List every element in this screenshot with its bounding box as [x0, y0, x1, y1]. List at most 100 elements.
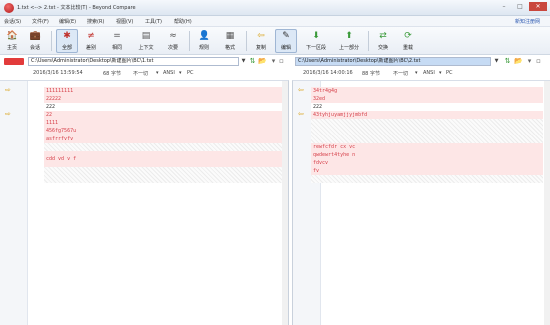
title-bar: 1.txt <--> 2.txt - 文本比较(T) - Beyond Comp… [0, 0, 550, 16]
text-line[interactable]: 32ed [311, 95, 543, 103]
right-mode[interactable]: 不一切 [393, 70, 408, 77]
close-button[interactable]: ✕ [529, 2, 547, 11]
right-platform[interactable]: PC [446, 70, 453, 76]
chevron-down-icon[interactable]: ▾ [525, 57, 534, 66]
same-icon: = [113, 31, 121, 41]
text-line[interactable]: 222 [44, 103, 283, 111]
text-line[interactable]: asfrrfvfv [44, 135, 283, 143]
save-icon[interactable]: ▫ [277, 57, 286, 66]
copy-icon: ⇦ [257, 31, 265, 41]
text-line[interactable]: cdd vd v f [44, 151, 283, 167]
left-date: 2016/3/16 13:59:54 [33, 70, 83, 76]
history-icon[interactable]: ⇅ [503, 57, 512, 66]
rules-icon: 👤 [198, 31, 210, 41]
context-button[interactable]: ▤ 上下文 [134, 29, 158, 53]
open-folder-icon[interactable]: 📂 [258, 57, 267, 66]
left-path-input[interactable]: C:\Users\Administrator\Desktop\新建图片\BC\1… [28, 57, 239, 66]
chevron-down-icon[interactable]: ▾ [179, 70, 182, 76]
next-section-icon: ⬇ [312, 31, 320, 41]
left-text-pane[interactable]: ⇨ ⇨ 111111111 22222 222 22 1111 456fg756… [0, 80, 289, 325]
text-line[interactable]: fdvcv [311, 159, 543, 167]
menu-edit[interactable]: 编辑(E) [59, 18, 76, 25]
text-line[interactable]: 111111111 [44, 87, 283, 95]
menu-search[interactable]: 搜索(R) [87, 18, 104, 25]
edit-icon: ✎ [282, 31, 290, 41]
open-folder-icon[interactable]: 📂 [514, 57, 523, 66]
menu-tools[interactable]: 工具(T) [145, 18, 162, 25]
context-icon: ▤ [141, 31, 151, 41]
right-scrollbar[interactable] [544, 81, 550, 325]
right-path-bar: C:\Users\Administrator\Desktop\新建图片\BC\2… [291, 56, 550, 67]
copy-left-arrow-icon[interactable]: ⇦ [298, 111, 308, 118]
chevron-down-icon[interactable]: ▾ [415, 70, 418, 76]
format-icon: ▦ [225, 31, 235, 41]
copy-button[interactable]: ⇦ 复制 [250, 29, 272, 53]
empty-line [311, 119, 543, 135]
swap-button[interactable]: ⇄ 交换 [372, 29, 394, 53]
text-line[interactable]: rewfcfdr cx vc [311, 143, 543, 151]
text-line[interactable]: fv [311, 167, 543, 175]
left-size: 68 字节 [103, 71, 121, 77]
minimize-button[interactable]: – [497, 2, 511, 11]
register-link[interactable]: 新知注册网 [515, 18, 540, 25]
menu-view[interactable]: 视图(V) [116, 18, 133, 25]
next-section-button[interactable]: ⬇ 下一区段 [302, 29, 330, 53]
prev-section-icon: ⬆ [345, 31, 353, 41]
left-encoding[interactable]: ANSI [163, 70, 175, 76]
show-diff-button[interactable]: ≠ 差别 [80, 29, 102, 53]
menu-session[interactable]: 会话(S) [4, 18, 21, 25]
text-line[interactable]: 222 [311, 103, 543, 111]
empty-line [44, 143, 283, 151]
home-button[interactable]: 🏠 主页 [2, 29, 22, 53]
left-info-bar: 2016/3/16 13:59:54 68 字节 不一切 ▾ ANSI ▾ PC [0, 68, 289, 78]
save-icon[interactable]: ▫ [534, 57, 543, 66]
copy-left-arrow-icon[interactable]: ⇦ [298, 87, 308, 94]
beyond-compare-logo-icon [4, 3, 14, 13]
copy-right-arrow-icon[interactable]: ⇨ [5, 87, 15, 94]
history-icon[interactable]: ⇅ [248, 57, 257, 66]
text-line[interactable]: 43tyhjuyamjjyjmbfd [311, 111, 543, 119]
text-line[interactable]: 34tr4g4g [311, 87, 543, 95]
right-path-input[interactable]: C:\Users\Administrator\Desktop\新建图片\BC\2… [295, 57, 491, 66]
swap-icon: ⇄ [379, 31, 387, 41]
minor-icon: ≈ [169, 31, 177, 41]
text-line[interactable]: 22 [44, 111, 283, 119]
text-line[interactable]: 1111 [44, 119, 283, 127]
empty-line [311, 175, 543, 183]
empty-line [44, 167, 283, 183]
left-scrollbar[interactable] [282, 81, 288, 325]
rules-button[interactable]: 👤 规则 [193, 29, 215, 53]
show-same-button[interactable]: = 相同 [106, 29, 128, 53]
toolbar: 🏠 主页 💼 会话 ✱ 全部 ≠ 差别 = 相同 ▤ 上下文 ≈ 次要 👤 规则… [0, 27, 550, 55]
session-button[interactable]: 💼 会话 [24, 29, 46, 53]
diff-icon: ≠ [87, 31, 95, 41]
left-path-bar: C:\Users\Administrator\Desktop\新建图片\BC\1… [0, 56, 289, 67]
text-line[interactable]: 22222 [44, 95, 283, 103]
all-icon: ✱ [63, 31, 71, 41]
chevron-down-icon[interactable]: ▼ [493, 57, 500, 66]
menu-help[interactable]: 帮助(H) [174, 18, 192, 25]
show-all-button[interactable]: ✱ 全部 [56, 29, 78, 53]
text-line[interactable]: qwdewrt4tyhe n [311, 151, 543, 159]
minor-button[interactable]: ≈ 次要 [162, 29, 184, 53]
chevron-down-icon[interactable]: ▾ [439, 70, 442, 76]
reload-button[interactable]: ⟳ 重载 [397, 29, 419, 53]
maximize-button[interactable]: □ [513, 2, 527, 11]
session-icon: 💼 [29, 31, 41, 41]
left-platform[interactable]: PC [187, 70, 194, 76]
right-date: 2016/3/16 14:00:16 [303, 70, 353, 76]
menu-file[interactable]: 文件(F) [32, 18, 49, 25]
left-mode[interactable]: 不一切 [133, 70, 148, 77]
chevron-down-icon[interactable]: ▼ [240, 57, 247, 66]
right-size: 88 字节 [362, 71, 380, 77]
home-icon: 🏠 [6, 31, 18, 41]
right-info-bar: 2016/3/16 14:00:16 88 字节 不一切 ▾ ANSI ▾ PC [292, 68, 550, 78]
format-button[interactable]: ▦ 格式 [218, 29, 242, 53]
right-text-pane[interactable]: ⇦ ⇦ 34tr4g4g 32ed 222 43tyhjuyamjjyjmbfd… [292, 80, 550, 325]
copy-right-arrow-icon[interactable]: ⇨ [5, 111, 15, 118]
prev-section-button[interactable]: ⬆ 上一部分 [335, 29, 363, 53]
text-line[interactable]: 456fg7567u [44, 127, 283, 135]
chevron-down-icon[interactable]: ▾ [156, 70, 159, 76]
edit-button[interactable]: ✎ 编辑 [275, 29, 297, 53]
right-encoding[interactable]: ANSI [423, 70, 435, 76]
